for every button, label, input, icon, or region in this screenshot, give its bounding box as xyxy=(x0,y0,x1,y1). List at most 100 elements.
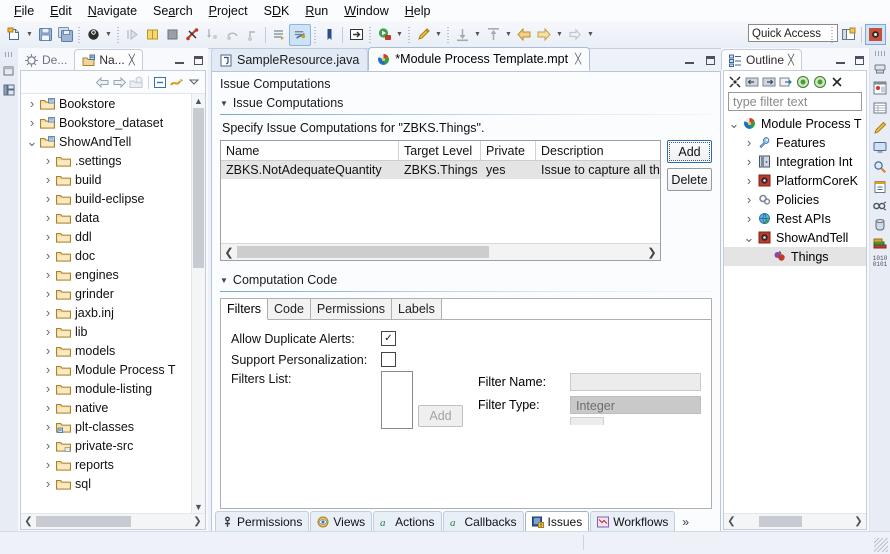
menu-edit[interactable]: Edit xyxy=(42,2,80,20)
section-computation-code-header[interactable]: ▼ Computation Code xyxy=(212,271,720,289)
properties-icon[interactable] xyxy=(873,101,887,115)
collapse-arrow-icon[interactable]: › xyxy=(742,211,756,226)
tree-item-lib[interactable]: › lib xyxy=(21,322,192,341)
tree-item-data[interactable]: › data xyxy=(21,208,192,227)
collapse-arrow-icon[interactable]: › xyxy=(41,457,55,472)
tree-item-doc[interactable]: › doc xyxy=(21,246,192,265)
save-icon[interactable] xyxy=(35,25,55,45)
close-icon[interactable]: ╳ xyxy=(788,55,794,66)
new-wizard-icon[interactable] xyxy=(4,25,24,45)
tree-item-ddl[interactable]: › ddl xyxy=(21,227,192,246)
scroll-right-arrow[interactable]: ❯ xyxy=(190,516,205,527)
previous-annotation-icon[interactable] xyxy=(483,25,503,45)
collapse-all-icon[interactable] xyxy=(153,76,167,89)
console-icon[interactable] xyxy=(873,141,887,154)
tab-debug[interactable]: De... xyxy=(18,50,74,70)
scroll-up-arrow[interactable]: ▲ xyxy=(192,94,205,107)
tree-item-plt-classes[interactable]: › plt-classes xyxy=(21,417,192,436)
tab-permissions[interactable]: Permissions xyxy=(310,299,392,319)
collapse-arrow-icon[interactable]: › xyxy=(41,324,55,339)
outline-item-integration-int[interactable]: › Integration Int xyxy=(724,152,866,171)
filter-extra-field[interactable] xyxy=(570,417,604,425)
collapse-arrow-icon[interactable]: › xyxy=(41,419,55,434)
outline-hscroll-track[interactable] xyxy=(739,516,851,527)
filter-name-input[interactable] xyxy=(570,373,701,391)
outline-item-rest-apis[interactable]: › Rest APIs xyxy=(724,209,866,228)
page-tab-more[interactable]: » xyxy=(676,512,695,531)
rightbar-grip[interactable] xyxy=(875,51,885,56)
forward-dropdown-arrow[interactable]: ▼ xyxy=(554,25,565,45)
table-hscroll-thumb[interactable] xyxy=(237,246,490,258)
menu-search[interactable]: Search xyxy=(145,2,201,20)
outline-item-things[interactable]: Things xyxy=(724,247,866,266)
minimize-view-button[interactable] xyxy=(173,54,186,67)
database-explorer-icon[interactable] xyxy=(873,81,887,95)
annotate-dropdown-arrow[interactable]: ▼ xyxy=(433,25,444,45)
tab-filters[interactable]: Filters xyxy=(221,299,269,320)
back-icon[interactable] xyxy=(514,25,534,45)
page-tab-callbacks[interactable]: a Callbacks xyxy=(442,511,524,531)
collapse-arrow-icon[interactable]: › xyxy=(41,305,55,320)
page-tab-views[interactable]: Views xyxy=(310,511,373,531)
tasks-icon[interactable] xyxy=(873,180,887,194)
section-issue-computations-header[interactable]: ▼ Issue Computations xyxy=(212,94,720,112)
open-perspective-icon[interactable] xyxy=(839,25,858,44)
bookmark-icon[interactable] xyxy=(319,25,339,45)
expand-arrow-icon[interactable]: ⌄ xyxy=(727,117,741,130)
allow-duplicate-alerts-checkbox[interactable]: ✓ xyxy=(381,331,396,346)
hscroll-track[interactable] xyxy=(36,516,190,527)
collapse-arrow-icon[interactable]: › xyxy=(41,210,55,225)
tree-item-private-src[interactable]: › private-src xyxy=(21,436,192,455)
next-annotation-icon[interactable] xyxy=(452,25,472,45)
debug-icon[interactable] xyxy=(83,25,103,45)
expand-arrow-icon[interactable]: ⌄ xyxy=(742,231,756,244)
collapse-triangle-icon-2[interactable]: ▼ xyxy=(220,276,228,285)
add-issue-button[interactable]: Add xyxy=(667,140,712,163)
java-perspective-icon[interactable] xyxy=(865,24,886,45)
collapse-arrow-icon[interactable]: › xyxy=(41,400,55,415)
page-tab-permissions[interactable]: Permissions xyxy=(215,511,310,531)
back-arrow-icon[interactable] xyxy=(95,76,110,89)
tree-item-sql[interactable]: › sql xyxy=(21,474,192,493)
debug-dropdown-arrow[interactable]: ▼ xyxy=(103,25,114,45)
collapse-arrow-icon[interactable]: › xyxy=(742,173,756,188)
scroll-down-arrow[interactable]: ▼ xyxy=(192,500,205,513)
outline-item-features[interactable]: › Features xyxy=(724,133,866,152)
outline-item-platformcorek[interactable]: › PlatformCoreK xyxy=(724,171,866,190)
collapse-arrow-icon[interactable]: › xyxy=(41,172,55,187)
column-header-name[interactable]: Name xyxy=(221,141,399,160)
outline-horizontal-scrollbar[interactable]: ❮ ❯ xyxy=(724,513,866,529)
tree-item-grinder[interactable]: › grinder xyxy=(21,284,192,303)
collapse-arrow-icon[interactable]: › xyxy=(41,476,55,491)
page-tab-workflows[interactable]: Workflows xyxy=(590,511,676,531)
tab-labels[interactable]: Labels xyxy=(392,299,442,319)
step-into-icon[interactable] xyxy=(202,25,222,45)
table-scroll-left-arrow[interactable]: ❮ xyxy=(221,246,237,259)
close-icon[interactable]: ╳ xyxy=(129,55,135,66)
maximize-view-button[interactable] xyxy=(192,54,205,67)
table-hscroll-track[interactable] xyxy=(237,246,644,258)
collapse-arrow-icon[interactable]: › xyxy=(41,229,55,244)
disconnect-icon[interactable] xyxy=(182,25,202,45)
collapse-arrow-icon[interactable]: › xyxy=(41,362,55,377)
tree-item-showandtell[interactable]: ⌄ ShowAndTell xyxy=(21,132,192,151)
tree-item-jaxb-inj[interactable]: › jaxb.inj xyxy=(21,303,192,322)
tree-item-models[interactable]: › models xyxy=(21,341,192,360)
external-tools-icon[interactable] xyxy=(346,25,366,45)
filter-one-icon[interactable] xyxy=(796,75,810,89)
outline-item-module-process-t[interactable]: ⌄ Module Process T xyxy=(724,114,866,133)
skip-breakpoints-icon[interactable] xyxy=(269,25,289,45)
menu-window[interactable]: Window xyxy=(336,2,396,20)
run-as-icon[interactable] xyxy=(374,25,394,45)
maximize-editor-button[interactable] xyxy=(704,54,717,67)
collapse-arrow-icon[interactable]: › xyxy=(41,343,55,358)
tree-item-reports[interactable]: › reports xyxy=(21,455,192,474)
link-editor-icon[interactable] xyxy=(169,76,184,89)
run-as-dropdown-arrow[interactable]: ▼ xyxy=(394,25,405,45)
data-source-icon[interactable] xyxy=(874,218,886,232)
collapse-all-icon[interactable] xyxy=(728,75,742,89)
maximize-outline-button[interactable] xyxy=(853,54,866,67)
add-filter-button[interactable]: Add xyxy=(418,405,463,427)
terminate-icon[interactable] xyxy=(162,25,182,45)
issue-computations-table[interactable]: Name Target Level Private Description ZB… xyxy=(220,140,661,261)
